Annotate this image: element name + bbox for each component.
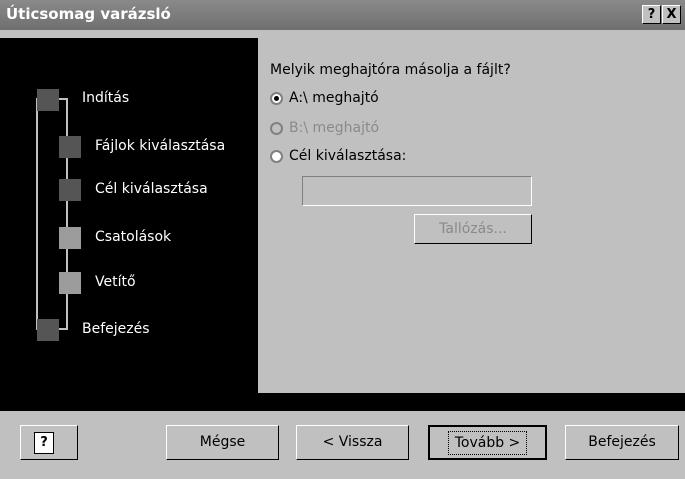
finish-button[interactable]: Befejezés xyxy=(565,425,679,460)
close-icon[interactable]: X xyxy=(662,5,681,24)
window-title: Úticsomag varázsló xyxy=(6,5,171,23)
option-drive-b-label: B:\ meghajtó xyxy=(289,120,380,136)
step-label-fajlok: Fájlok kiválasztása xyxy=(95,138,226,154)
cancel-button[interactable]: Mégse xyxy=(166,425,279,460)
step-label-inditas: Indítás xyxy=(82,90,130,106)
option-drive-a[interactable]: A:\ meghajtó xyxy=(270,90,379,106)
step-label-csatolasok: Csatolások xyxy=(95,229,172,245)
question-mark-icon: ? xyxy=(34,432,54,454)
title-bar[interactable]: Úticsomag varázsló ? X xyxy=(0,0,685,30)
radio-drive-b[interactable] xyxy=(270,121,283,135)
next-button-label: Tovább > xyxy=(447,431,528,455)
content-panel: Melyik meghajtóra másolja a fájlt? A:\ m… xyxy=(258,38,685,393)
step-label-befejezes: Befejezés xyxy=(82,321,150,337)
radio-drive-a[interactable] xyxy=(270,91,283,105)
wizard-window: Úticsomag varázsló ? X Indítás Fájlok ki… xyxy=(0,0,685,479)
step-marker-csatolasok xyxy=(59,227,81,249)
target-path-field[interactable] xyxy=(302,176,532,206)
help-button[interactable]: ? xyxy=(20,425,78,460)
step-marker-cel xyxy=(59,179,81,201)
step-marker-vetito xyxy=(59,272,81,294)
browse-button[interactable]: Tallózás... xyxy=(414,214,532,244)
option-custom-target-label: Cél kiválasztása: xyxy=(289,148,407,164)
step-marker-fajlok xyxy=(59,136,81,158)
option-drive-b[interactable]: B:\ meghajtó xyxy=(270,120,379,136)
steps-panel: Indítás Fájlok kiválasztása Cél kiválasz… xyxy=(0,38,258,393)
step-label-vetito: Vetítő xyxy=(95,274,136,290)
step-marker-inditas xyxy=(37,89,59,111)
back-button[interactable]: < Vissza xyxy=(296,425,409,460)
next-button[interactable]: Tovább > xyxy=(428,425,547,460)
radio-custom-target[interactable] xyxy=(270,149,283,163)
step-marker-befejezes xyxy=(37,319,59,341)
step-connector-left xyxy=(36,100,38,330)
drive-question: Melyik meghajtóra másolja a fájlt? xyxy=(270,62,511,78)
help-icon[interactable]: ? xyxy=(642,5,661,24)
step-label-cel: Cél kiválasztása xyxy=(95,181,208,197)
bottom-divider xyxy=(0,393,685,411)
option-drive-a-label: A:\ meghajtó xyxy=(289,90,379,106)
step-connector-right xyxy=(66,100,68,330)
option-custom-target[interactable]: Cél kiválasztása: xyxy=(270,148,406,164)
